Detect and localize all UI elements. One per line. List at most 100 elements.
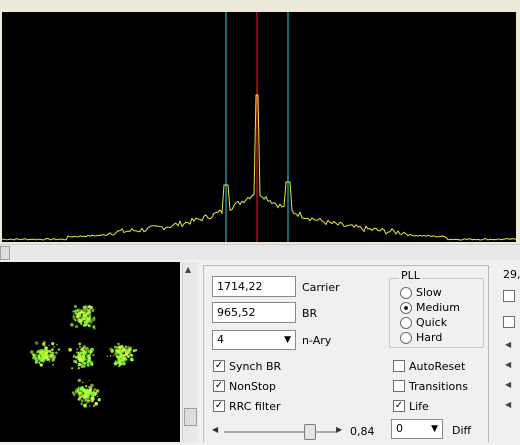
pll-label-slow: Slow <box>416 286 442 299</box>
constellation-point <box>124 349 127 352</box>
constellation-point <box>129 357 134 362</box>
scroll-up-arrow-icon[interactable]: ▲ <box>185 265 191 274</box>
constellation-point <box>53 346 55 348</box>
pll-label-hard: Hard <box>416 331 443 344</box>
spinner-arrow-icon[interactable]: ◀ <box>505 400 517 414</box>
spectrum-plot[interactable] <box>2 12 516 242</box>
constellation-point <box>72 315 76 319</box>
pll-title: PLL <box>399 269 422 282</box>
spectrum-horizontal-scrollbar[interactable] <box>0 244 520 260</box>
constellation-point <box>30 350 34 354</box>
rrc-filter-label: RRC filter <box>229 400 281 413</box>
slider-right-arrow-icon[interactable]: ▶ <box>336 425 342 434</box>
constellation-point <box>47 358 50 361</box>
slider-value: 0,84 <box>350 425 375 438</box>
slider-thumb[interactable] <box>304 424 316 440</box>
autoreset-label: AutoReset <box>409 360 466 373</box>
constellation-point <box>127 346 131 350</box>
constellation-point <box>88 311 92 315</box>
constellation-point <box>77 351 80 354</box>
spinner-arrow-icon[interactable]: ◀ <box>505 360 517 374</box>
check-icon: ✓ <box>394 400 404 411</box>
scrollbar-thumb[interactable] <box>0 246 10 260</box>
constellation-point <box>89 404 91 407</box>
constellation-point <box>78 311 81 313</box>
constellation-point <box>83 353 86 355</box>
constellation-point <box>41 350 44 352</box>
pll-radio-medium[interactable] <box>400 302 412 314</box>
transitions-label: Transitions <box>409 380 468 393</box>
constellation-point <box>83 308 86 311</box>
synch-br-checkbox[interactable]: ✓ <box>213 360 225 372</box>
diff-label: Diff <box>452 424 472 437</box>
constellation-point <box>93 388 97 392</box>
constellation-point <box>124 345 128 348</box>
constellation-point <box>89 318 92 320</box>
constellation-point <box>89 314 92 317</box>
nary-label: n-Ary <box>302 334 332 347</box>
constellation-point <box>56 343 58 346</box>
constellation-point <box>93 316 96 319</box>
pll-label-quick: Quick <box>416 316 448 329</box>
controls-panel: 1714,22 Carrier 965,52 BR 4 ▼ n-Ary ✓ Sy… <box>203 265 489 442</box>
constellation-point <box>82 305 87 309</box>
constellation-point <box>86 363 90 367</box>
constellation-point <box>89 353 92 355</box>
constellation-point <box>77 397 81 401</box>
constellation-point <box>51 348 54 351</box>
constellation-point <box>132 349 136 353</box>
constellation-point <box>48 355 51 359</box>
constellation-point <box>84 317 88 321</box>
constellation-point <box>73 312 75 314</box>
autoreset-checkbox[interactable] <box>393 360 405 372</box>
constellation-point <box>38 361 41 364</box>
br-input[interactable]: 965,52 <box>212 302 296 323</box>
right-edge-value: 29, <box>503 268 520 281</box>
right-edge-checkbox-1[interactable] <box>503 290 515 302</box>
filter-slider[interactable]: ◀ ▶ <box>212 424 342 440</box>
spinner-arrow-icon[interactable]: ◀ <box>505 380 517 394</box>
synch-br-label: Synch BR <box>229 360 282 373</box>
life-checkbox[interactable]: ✓ <box>393 400 405 412</box>
constellation-point <box>47 350 50 353</box>
slider-left-arrow-icon[interactable]: ◀ <box>212 425 218 434</box>
constellation-point <box>113 354 115 356</box>
nary-select[interactable]: 4 ▼ <box>212 330 296 350</box>
constellation-point <box>44 356 47 360</box>
transitions-checkbox[interactable] <box>393 380 405 392</box>
constellation-point <box>82 381 84 384</box>
diff-select[interactable]: 0 ▼ <box>391 419 443 439</box>
constellation-point <box>71 391 75 395</box>
pll-radio-hard[interactable] <box>400 332 412 344</box>
constellation-point <box>79 360 81 362</box>
constellation-point <box>79 386 83 390</box>
nonstop-checkbox[interactable]: ✓ <box>213 380 225 392</box>
right-edge-checkbox-2[interactable] <box>503 316 515 328</box>
carrier-input[interactable]: 1714,22 <box>212 276 296 297</box>
constellation-point <box>89 386 93 390</box>
constellation-point <box>71 367 74 370</box>
pll-radio-slow[interactable] <box>400 287 412 299</box>
constellation-point <box>90 363 94 366</box>
constellation-point <box>54 351 56 353</box>
constellation-point <box>80 365 84 369</box>
scrollbar-thumb[interactable] <box>184 408 197 426</box>
constellation-point <box>78 342 82 346</box>
constellation-point <box>45 360 47 362</box>
constellation-point <box>72 310 75 313</box>
constellation-point <box>109 355 112 357</box>
rrc-filter-checkbox[interactable]: ✓ <box>213 400 225 412</box>
pll-radio-quick[interactable] <box>400 317 412 329</box>
constellation-point <box>82 357 84 359</box>
br-label: BR <box>302 307 318 320</box>
constellation-point <box>52 357 56 360</box>
constellation-point <box>73 359 76 363</box>
constellation-point <box>93 391 98 396</box>
constellation-point <box>55 351 58 355</box>
constellation-point <box>90 383 94 388</box>
constellation-point <box>117 358 121 363</box>
spinner-arrow-icon[interactable]: ◀ <box>505 340 517 354</box>
vertical-scrollbar[interactable]: ▲ <box>182 262 198 442</box>
constellation-point <box>83 396 86 398</box>
pll-label-medium: Medium <box>416 301 460 314</box>
